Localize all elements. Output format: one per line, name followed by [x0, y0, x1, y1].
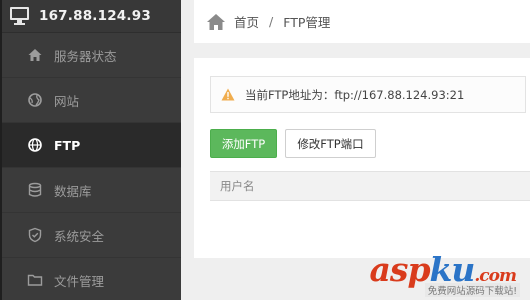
sidebar-item-label: 系统安全 — [54, 228, 105, 244]
sidebar-item-security[interactable]: 系统安全 — [2, 213, 181, 258]
column-header-username: 用户名 — [220, 179, 255, 193]
sidebar-item-server-status[interactable]: 服务器状态 — [2, 33, 181, 78]
watermark-tagline: 免费网站源码下载站! — [424, 283, 520, 297]
ftp-panel: 当前FTP地址为：ftp://167.88.124.93:21 添加FTP 修改… — [194, 58, 530, 258]
sidebar-item-website[interactable]: 网站 — [2, 78, 181, 123]
shield-icon — [26, 226, 44, 244]
breadcrumb-separator: / — [269, 14, 274, 29]
sidebar-item-label: 文件管理 — [54, 273, 105, 289]
home-icon — [26, 46, 44, 64]
globe-icon — [26, 136, 44, 154]
breadcrumb-current: FTP管理 — [283, 15, 331, 30]
server-header: 167.88.124.93 — [2, 0, 181, 33]
ftp-address-alert: 当前FTP地址为：ftp://167.88.124.93:21 — [210, 76, 526, 113]
sidebar-item-label: 数据库 — [54, 183, 92, 199]
ftp-address-text: 当前FTP地址为：ftp://167.88.124.93:21 — [245, 87, 465, 102]
breadcrumb-home-link[interactable]: 首页 — [234, 12, 259, 31]
watermark: aspku.com 免费网站源码下载站! — [348, 250, 524, 298]
globe-icon — [26, 91, 44, 109]
sidebar-item-file-manager[interactable]: 文件管理 — [2, 258, 181, 300]
sidebar-item-label: 网站 — [54, 93, 80, 109]
home-icon[interactable] — [206, 13, 226, 31]
change-ftp-port-button[interactable]: 修改FTP端口 — [285, 129, 376, 158]
database-icon — [26, 181, 44, 199]
breadcrumb: 首页 / FTP管理 — [194, 0, 530, 43]
sidebar-item-database[interactable]: 数据库 — [2, 168, 181, 213]
add-ftp-button[interactable]: 添加FTP — [210, 129, 277, 158]
table-header: 用户名 — [210, 171, 530, 201]
sidebar-item-ftp[interactable]: FTP — [2, 123, 181, 168]
sidebar: 167.88.124.93 服务器状态 网站 FTP 数据库 系统安全 文件管理 — [0, 0, 181, 300]
server-ip: 167.88.124.93 — [39, 8, 151, 24]
monitor-icon — [10, 7, 29, 25]
sidebar-item-label: FTP — [54, 137, 81, 153]
warning-icon — [221, 88, 235, 101]
folder-icon — [26, 271, 44, 289]
sidebar-item-label: 服务器状态 — [54, 48, 117, 64]
